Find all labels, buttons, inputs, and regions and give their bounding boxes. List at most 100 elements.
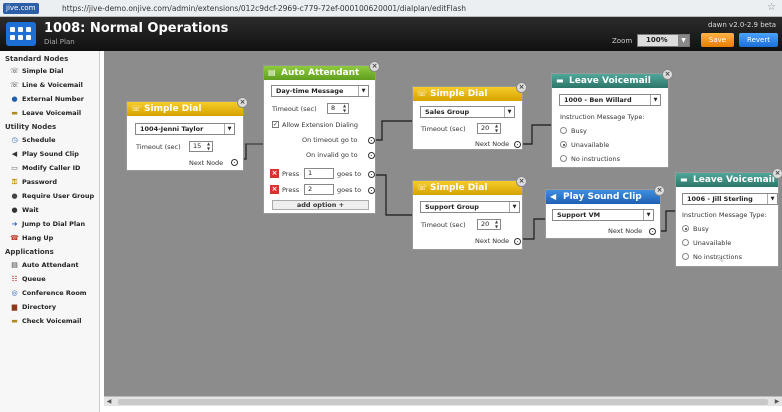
sidebar-item-wait[interactable]: ● Wait xyxy=(10,205,38,215)
close-icon[interactable]: × xyxy=(662,69,673,80)
sidebar-item-auto-attendant[interactable]: ▤ Auto Attendant xyxy=(10,260,78,270)
wire-support-group-to-sound-clip xyxy=(520,218,546,240)
arrow-icon: ➜ xyxy=(11,220,18,228)
sidebar-item-schedule[interactable]: ◷ Schedule xyxy=(10,135,55,145)
timeout-stepper[interactable]: 20 ▲ ▼ xyxy=(477,123,501,134)
press-1-input[interactable]: 1 xyxy=(304,168,334,179)
node-play-sound-clip[interactable]: ◀ Play Sound Clip × Support VM ▼ Next Node xyxy=(545,185,665,239)
close-icon[interactable]: × xyxy=(237,97,248,108)
zoom-select[interactable]: 100% ▼ xyxy=(637,34,690,47)
node-auto-attendant[interactable]: ▤ Auto Attendant × Day-time Message ▼ Time… xyxy=(263,61,380,214)
group-select[interactable]: Support Group ▼ xyxy=(420,201,520,213)
radio-busy[interactable] xyxy=(682,225,689,232)
next-node-port[interactable] xyxy=(231,159,238,166)
radio-no-instructions-label: No instructions xyxy=(571,155,620,163)
scroll-right-icon[interactable]: ▶ xyxy=(772,397,782,406)
timeout-stepper[interactable]: 8 ▲ ▼ xyxy=(327,103,349,114)
delete-option-1-icon[interactable]: × xyxy=(270,169,279,178)
sidebar-item-jump-to-dial-plan[interactable]: ➜ Jump to Dial Plan xyxy=(10,219,86,229)
sidebar-item-simple-dial[interactable]: ☏ Simple Dial xyxy=(10,66,63,76)
next-node-label: Next Node xyxy=(189,159,224,167)
save-button[interactable]: Save xyxy=(701,33,734,47)
browser-url-bar[interactable]: jive.com https://jive-demo.onjive.com/ad… xyxy=(0,0,782,17)
add-option-button[interactable]: add option + xyxy=(272,200,369,210)
radio-no-instructions[interactable] xyxy=(560,155,567,162)
sidebar-item-require-user-group[interactable]: ● Require User Group xyxy=(10,191,94,201)
press-2-input[interactable]: 2 xyxy=(304,184,334,195)
sidebar-item-queue[interactable]: ☷ Queue xyxy=(10,274,45,284)
node-header[interactable]: ☏ Simple Dial xyxy=(413,87,522,101)
node-simple-dial-1[interactable]: ☏ Simple Dial × 1004-Jenni Taylor ▼ Timeou… xyxy=(126,97,248,171)
url-text[interactable]: https://jive-demo.onjive.com/admin/exten… xyxy=(62,3,466,14)
sidebar-item-conference-room[interactable]: ◎ Conference Room xyxy=(10,288,86,298)
node-header[interactable]: ☏ Simple Dial xyxy=(413,181,522,195)
radio-unavailable-label: Unavailable xyxy=(571,141,610,149)
node-leave-voicemail-1[interactable]: ▬ Leave Voicemail × 1000 - Ben Willard ▼ I… xyxy=(551,69,673,168)
voicemail-box-select[interactable]: 1006 - Jill Sterling ▼ xyxy=(682,193,778,205)
close-icon[interactable]: × xyxy=(369,61,380,72)
radio-unavailable[interactable] xyxy=(682,239,689,246)
canvas-horizontal-scrollbar[interactable]: ◀ ▶ xyxy=(104,396,782,406)
close-icon[interactable]: × xyxy=(772,168,782,179)
node-header[interactable]: ▬ Leave Voicemail xyxy=(676,173,778,187)
sidebar-item-directory[interactable]: ▆ Directory xyxy=(10,302,56,312)
option-1-port[interactable] xyxy=(368,171,375,178)
on-timeout-port[interactable] xyxy=(368,137,375,144)
on-invalid-port[interactable] xyxy=(368,152,375,159)
bookmark-star-icon[interactable]: ☆ xyxy=(767,2,776,14)
next-node-port[interactable] xyxy=(514,238,521,245)
radio-unavailable[interactable] xyxy=(560,141,567,148)
allow-extension-dialing-checkbox[interactable]: ✓ xyxy=(272,121,279,128)
voicemail-icon: ▬ xyxy=(680,175,688,184)
sidebar-item-password[interactable]: ⚿ Password xyxy=(10,177,57,187)
node-simple-dial-3[interactable]: ☏ Simple Dial × Support Group ▼ Timeout (s… xyxy=(412,176,527,250)
stepper-arrows-icon: ▲ ▼ xyxy=(494,219,499,229)
close-icon[interactable]: × xyxy=(654,185,665,196)
users-icon: ● xyxy=(11,192,18,200)
next-node-port[interactable] xyxy=(514,141,521,148)
wire-press-goes-to-support-group xyxy=(371,174,412,216)
radio-busy[interactable] xyxy=(560,127,567,134)
scrollbar-thumb[interactable] xyxy=(118,399,768,405)
site-identity-badge[interactable]: jive.com xyxy=(3,3,39,14)
timeout-label: Timeout (sec) xyxy=(136,143,181,151)
extension-select[interactable]: 1004-Jenni Taylor ▼ xyxy=(135,123,235,135)
node-header[interactable]: ☏ Simple Dial xyxy=(127,102,243,116)
close-icon[interactable]: × xyxy=(516,82,527,93)
sidebar-item-external-number[interactable]: ● External Number xyxy=(10,94,84,104)
node-header[interactable]: ▬ Leave Voicemail xyxy=(552,74,668,88)
close-icon[interactable]: × xyxy=(516,176,527,187)
scroll-left-icon[interactable]: ◀ xyxy=(104,397,114,406)
menu-icon: ▤ xyxy=(268,68,276,77)
sidebar-item-hang-up[interactable]: ☎ Hang Up xyxy=(10,233,53,243)
node-header[interactable]: ▤ Auto Attendant xyxy=(264,66,375,80)
stepper-arrows-icon: ▲ ▼ xyxy=(206,141,211,151)
sidebar-item-modify-caller-id[interactable]: ▭ Modify Caller ID xyxy=(10,163,80,173)
revert-button[interactable]: Revert xyxy=(739,33,778,47)
node-simple-dial-2[interactable]: ☏ Simple Dial × Sales Group ▼ Timeout (sec… xyxy=(412,82,527,150)
sidebar-item-line-voicemail[interactable]: ☏ Line & Voicemail xyxy=(10,80,83,90)
version-label: dawn v2.0-2.9 beta xyxy=(707,21,776,29)
timeout-stepper[interactable]: 15 ▲ ▼ xyxy=(189,141,213,152)
dial-plan-canvas[interactable]: ☏ Simple Dial × 1004-Jenni Taylor ▼ Timeou… xyxy=(104,51,782,396)
node-leave-voicemail-2[interactable]: ▬ Leave Voicemail × 1006 - Jill Sterling ▼… xyxy=(675,168,782,267)
sound-clip-select[interactable]: Support VM ▼ xyxy=(552,209,654,221)
sidebar-item-check-voicemail[interactable]: ▬ Check Voicemail xyxy=(10,316,81,326)
node-palette-sidebar: Standard Nodes ☏ Simple Dial ☏ Line & Voic… xyxy=(0,51,100,412)
node-header[interactable]: ◀ Play Sound Clip xyxy=(546,190,660,204)
phone-icon: ☏ xyxy=(417,89,428,98)
sidebar-item-leave-voicemail[interactable]: ▬ Leave Voicemail xyxy=(10,108,81,118)
mouse-cursor-icon: ↖ xyxy=(716,254,725,265)
chevron-down-icon: ▼ xyxy=(650,95,660,105)
queue-icon: ☷ xyxy=(11,275,18,283)
radio-no-instructions[interactable] xyxy=(682,253,689,260)
goes-to-label: goes to xyxy=(337,186,362,194)
sidebar-item-play-sound-clip[interactable]: ◀ Play Sound Clip xyxy=(10,149,79,159)
next-node-port[interactable] xyxy=(649,228,656,235)
voicemail-box-select[interactable]: 1000 - Ben Willard ▼ xyxy=(559,94,661,106)
timeout-stepper[interactable]: 20 ▲ ▼ xyxy=(477,219,501,230)
option-2-port[interactable] xyxy=(368,187,375,194)
delete-option-2-icon[interactable]: × xyxy=(270,185,279,194)
group-select[interactable]: Sales Group ▼ xyxy=(420,106,515,118)
message-select[interactable]: Day-time Message ▼ xyxy=(271,85,369,97)
